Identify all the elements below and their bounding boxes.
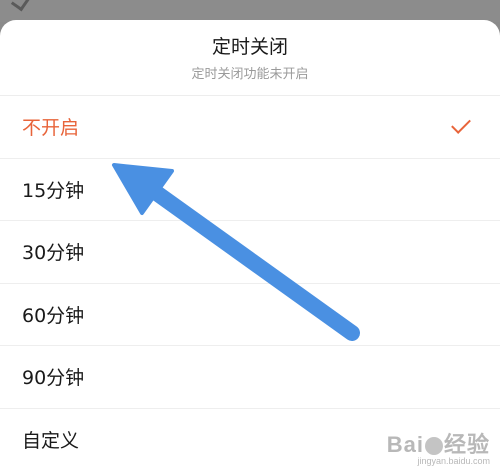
option-label: 不开启 — [22, 117, 80, 140]
option-15-minutes[interactable]: 15分钟 — [0, 159, 500, 221]
option-90-minutes[interactable]: 90分钟 — [0, 346, 500, 409]
sheet-header: 定时关闭 定时关闭功能未开启 — [0, 20, 500, 96]
background-icon — [10, 0, 31, 12]
option-label: 30分钟 — [22, 242, 85, 265]
timer-bottom-sheet: 定时关闭 定时关闭功能未开启 不开启 15分钟 30分钟 60分钟 90分钟 自… — [0, 20, 500, 472]
option-60-minutes[interactable]: 60分钟 — [0, 284, 500, 346]
option-label: 60分钟 — [22, 304, 85, 327]
option-30-minutes[interactable]: 30分钟 — [0, 221, 500, 284]
paw-logo-icon — [424, 437, 443, 456]
option-label: 15分钟 — [22, 179, 85, 202]
baidu-jingyan-watermark: Bai 经验 jingyan.baidu.com — [386, 432, 490, 467]
sheet-subtitle: 定时关闭功能未开启 — [191, 67, 309, 82]
option-off[interactable]: 不开启 — [0, 96, 500, 159]
dimmed-background — [0, 0, 500, 22]
watermark-url: jingyan.baidu.com — [417, 456, 490, 466]
option-label: 自定义 — [22, 430, 80, 453]
checkmark-icon — [451, 113, 471, 134]
sheet-title: 定时关闭 — [211, 36, 288, 58]
watermark-brand-left: Bai — [386, 432, 424, 457]
option-label: 90分钟 — [22, 367, 85, 390]
watermark-brand-right: 经验 — [443, 432, 490, 457]
